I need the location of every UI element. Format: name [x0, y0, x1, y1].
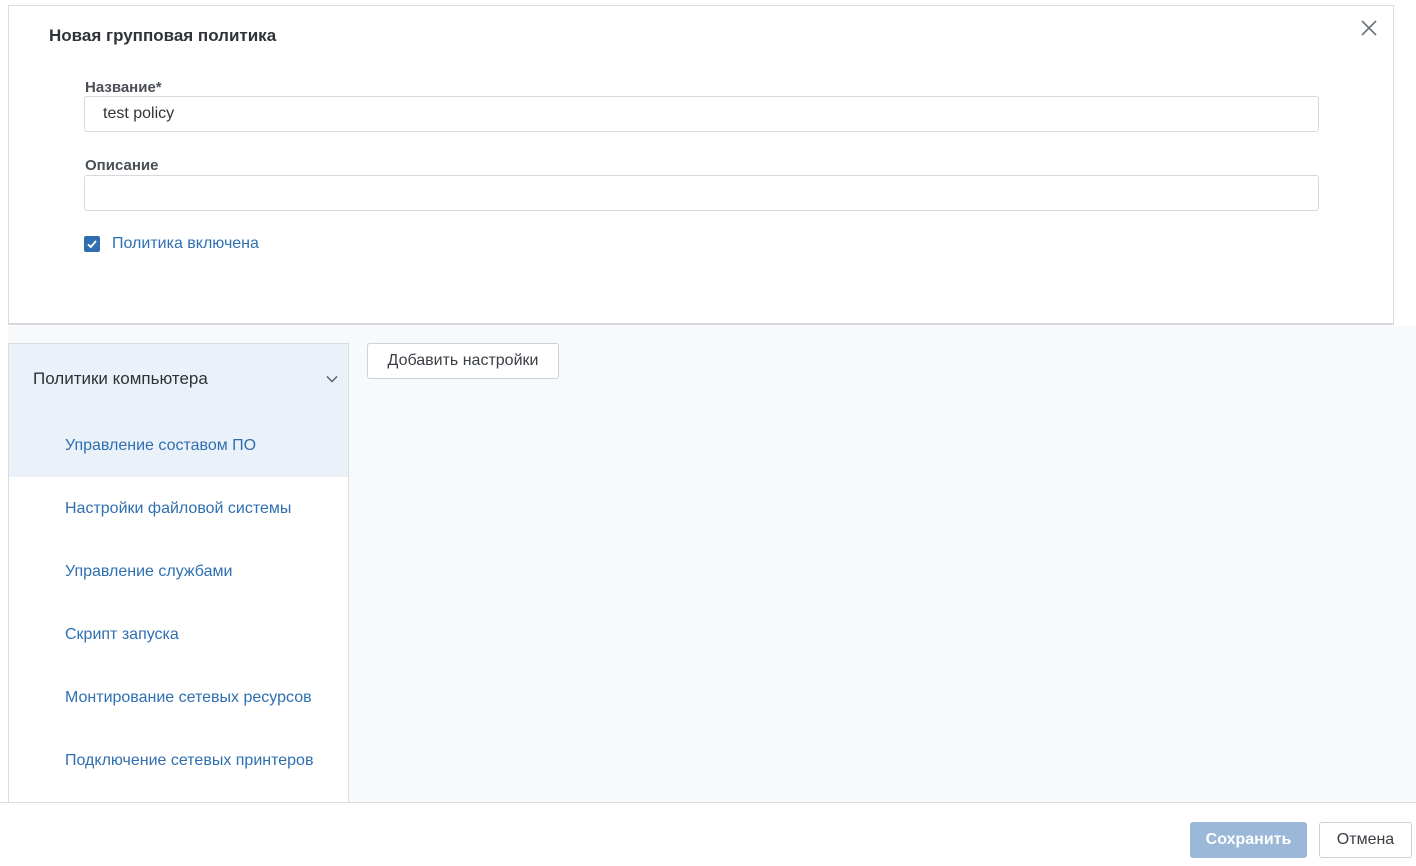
close-icon	[1361, 20, 1377, 36]
policy-enabled-label: Политика включена	[112, 235, 259, 252]
sidebar-item-software-management[interactable]: Управление составом ПО	[9, 414, 348, 477]
sidebar-item-network-mounts[interactable]: Монтирование сетевых ресурсов	[9, 666, 348, 729]
sidebar-item-services-management[interactable]: Управление службами	[9, 540, 348, 603]
cancel-button[interactable]: Отмена	[1319, 822, 1412, 858]
dialog-footer: Сохранить Отмена	[0, 802, 1416, 866]
close-button[interactable]	[1359, 18, 1379, 38]
save-button[interactable]: Сохранить	[1190, 822, 1307, 858]
name-field-label: Название*	[85, 79, 162, 96]
policy-enabled-toggle[interactable]: Политика включена	[84, 235, 259, 253]
sidebar-item-startup-script[interactable]: Скрипт запуска	[9, 603, 348, 666]
sidebar-item-filesystem-settings[interactable]: Настройки файловой системы	[9, 477, 348, 540]
description-input[interactable]	[84, 175, 1319, 211]
description-field-label: Описание	[85, 157, 159, 174]
policy-form-panel: Новая групповая политика Название* Описа…	[8, 5, 1394, 325]
chevron-down-icon	[326, 376, 338, 383]
dialog-title: Новая групповая политика	[49, 26, 277, 45]
sidebar-collapse-button[interactable]	[325, 372, 339, 386]
policy-enabled-checkbox[interactable]	[84, 236, 100, 252]
sidebar-item-network-printers[interactable]: Подключение сетевых принтеров	[9, 729, 348, 792]
check-icon	[87, 240, 97, 249]
sidebar-title: Политики компьютера	[33, 369, 208, 388]
policy-sidebar: Политики компьютера Управление составом …	[8, 343, 349, 802]
settings-area: Политики компьютера Управление составом …	[8, 326, 1416, 802]
name-input[interactable]	[84, 96, 1319, 132]
add-settings-button[interactable]: Добавить настройки	[367, 343, 559, 379]
